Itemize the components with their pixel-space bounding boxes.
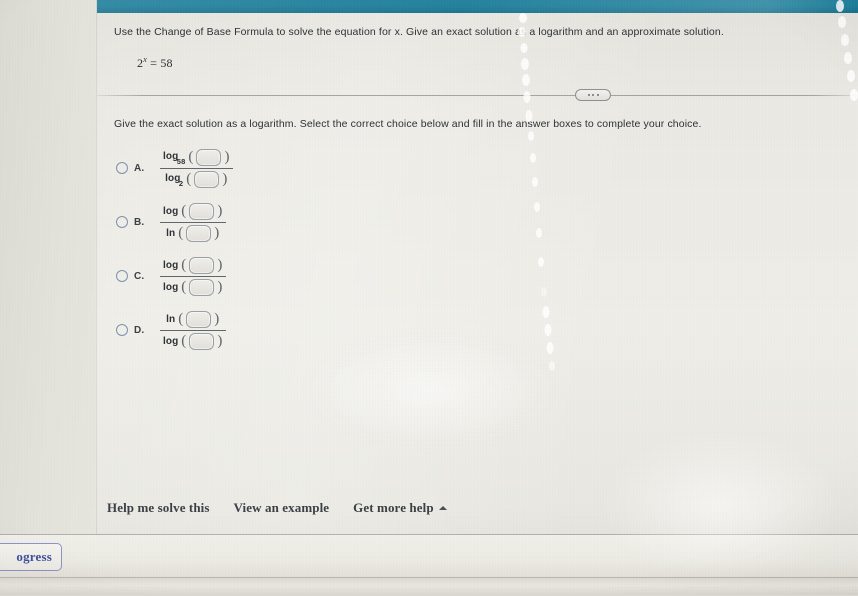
fraction-bar <box>160 275 226 277</box>
left-gutter-strip <box>0 0 96 534</box>
ellipsis-handle-icon[interactable] <box>575 89 611 101</box>
answer-box-a-denominator[interactable] <box>194 170 220 188</box>
footer-bottom-edge <box>0 577 858 596</box>
equation-exponent: x <box>143 55 147 64</box>
answer-box-d-denominator[interactable] <box>189 332 215 350</box>
log-function-label: log <box>163 205 179 217</box>
choice-d-denominator: log ( ) <box>163 332 223 350</box>
get-more-help-label: Get more help <box>353 500 434 515</box>
equation-value: 58 <box>160 56 173 70</box>
choice-letter-a: A. <box>134 162 145 174</box>
choice-letter-d: D. <box>134 324 145 336</box>
help-links-row: Help me solve this View an example Get m… <box>107 500 447 516</box>
choice-b-numerator: log ( ) <box>163 202 223 220</box>
radio-button-a[interactable] <box>116 162 128 174</box>
equation-equals: = <box>150 56 158 70</box>
problem-prompt: Use the Change of Base Formula to solve … <box>114 26 724 38</box>
section-divider <box>97 95 858 96</box>
fraction-bar <box>160 221 226 223</box>
fraction-bar <box>160 329 226 331</box>
choice-a-fraction: log58 ( ) log2 ( ) <box>160 148 233 189</box>
choice-c-numerator: log ( ) <box>163 256 223 274</box>
progress-button[interactable]: ogress <box>0 543 62 571</box>
log-function-label: log <box>163 281 179 293</box>
radio-button-d[interactable] <box>116 324 128 336</box>
log-function-label: log <box>163 150 179 162</box>
choice-a-denominator: log2 ( ) <box>165 170 228 189</box>
radio-button-c[interactable] <box>116 270 128 282</box>
handle-dot <box>587 94 590 96</box>
help-me-solve-this-link[interactable]: Help me solve this <box>107 500 210 516</box>
footer-band <box>0 535 858 577</box>
choice-letter-b: B. <box>134 216 145 228</box>
caret-up-icon <box>438 506 447 510</box>
choice-list: A. log58 ( ) log2 ( ) B. log () ln () … <box>107 141 467 357</box>
choice-letter-c: C. <box>134 270 145 282</box>
handle-dot <box>592 94 594 96</box>
log-base-subscript: 58 <box>176 157 186 167</box>
get-more-help-button[interactable]: Get more help <box>353 500 447 516</box>
choice-option-d[interactable]: D. ln ( ) log ( ) <box>107 303 467 357</box>
fraction-bar <box>160 167 233 169</box>
radio-button-b[interactable] <box>116 216 128 228</box>
choice-c-denominator: log ( ) <box>163 278 223 296</box>
choice-c-fraction: log ( ) log ( ) <box>160 256 226 297</box>
log-base-subscript: 2 <box>178 179 184 189</box>
choice-b-fraction: log ( ) ln ( ) <box>160 202 226 243</box>
problem-equation: 2x = 58 <box>137 55 173 71</box>
answer-box-d-numerator[interactable] <box>186 310 212 328</box>
choice-d-fraction: ln ( ) log ( ) <box>160 310 226 351</box>
choice-option-b[interactable]: B. log ( ) ln ( ) <box>107 195 467 249</box>
answer-box-a-numerator[interactable] <box>196 148 222 166</box>
answer-box-b-denominator[interactable] <box>186 224 212 242</box>
view-an-example-link[interactable]: View an example <box>234 500 330 516</box>
handle-dot <box>596 94 599 96</box>
answer-box-b-numerator[interactable] <box>189 202 215 220</box>
choice-option-a[interactable]: A. log58 ( ) log2 ( ) <box>107 141 467 195</box>
answer-box-c-denominator[interactable] <box>189 278 215 296</box>
app-header-bar <box>97 0 858 13</box>
answer-box-c-numerator[interactable] <box>189 256 215 274</box>
ln-function-label: ln <box>166 313 176 325</box>
log-function-label: log <box>163 259 179 271</box>
question-panel: Use the Change of Base Formula to solve … <box>97 13 858 534</box>
choice-a-numerator: log58 ( ) <box>163 148 230 167</box>
sub-prompt: Give the exact solution as a logarithm. … <box>114 118 702 130</box>
log-function-label: log <box>163 335 179 347</box>
progress-button-label: ogress <box>16 549 52 564</box>
choice-b-denominator: ln ( ) <box>166 224 220 242</box>
choice-d-numerator: ln ( ) <box>166 310 220 328</box>
ln-function-label: ln <box>166 227 176 239</box>
choice-option-c[interactable]: C. log ( ) log ( ) <box>107 249 467 303</box>
